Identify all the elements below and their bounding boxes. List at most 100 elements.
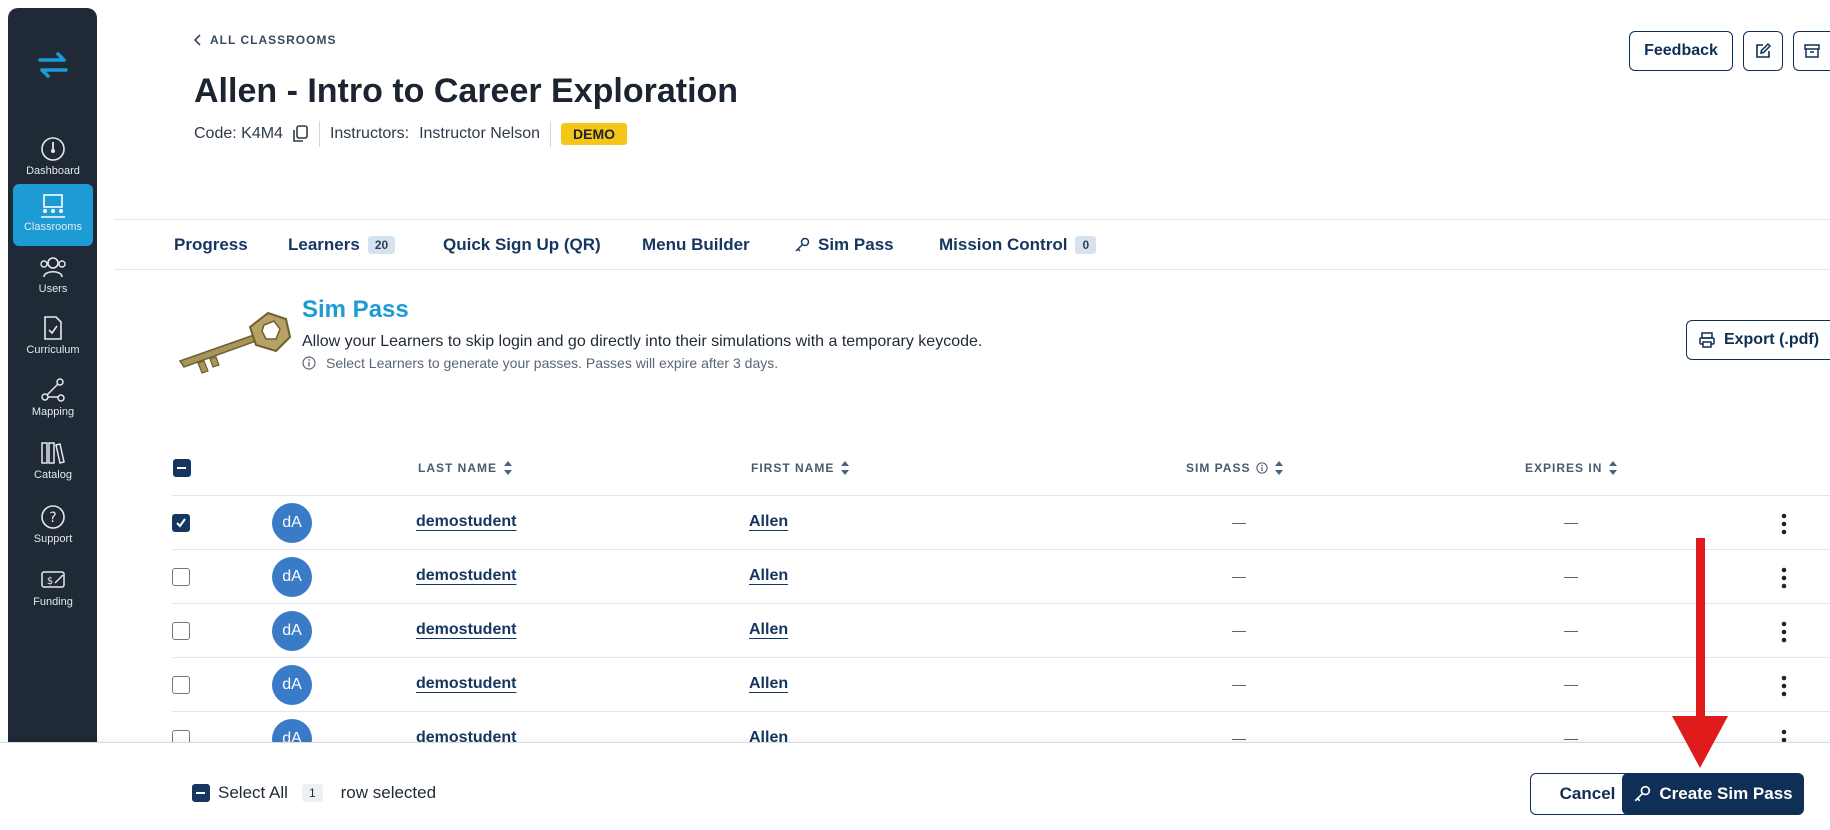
sidebar-item-classrooms[interactable]: Classrooms: [13, 184, 93, 246]
sidebar-item-label: Dashboard: [26, 165, 80, 177]
avatar: dA: [272, 665, 312, 705]
last-name-link[interactable]: demostudent: [416, 513, 516, 531]
row-checkbox[interactable]: [172, 676, 190, 694]
key-illustration-icon: [178, 311, 292, 374]
sidebar-item-support[interactable]: ? Support: [13, 496, 93, 558]
sim-pass-title: Sim Pass: [302, 296, 409, 323]
chevron-left-icon: [194, 34, 201, 46]
table-row[interactable]: dA demostudent Allen — —: [172, 657, 1830, 711]
tab-sim-pass[interactable]: Sim Pass: [794, 220, 894, 270]
sidebar-item-label: Curriculum: [26, 344, 80, 356]
tab-count-badge: 20: [367, 236, 396, 254]
select-all-checkbox[interactable]: [173, 459, 191, 477]
avatar: dA: [272, 557, 312, 597]
tab-bar: Progress Learners 20 Quick Sign Up (QR) …: [114, 219, 1830, 270]
column-header-label: FIRST NAME: [751, 461, 835, 475]
edit-icon: [1756, 42, 1772, 58]
edit-button[interactable]: [1743, 31, 1783, 71]
more-options-icon[interactable]: [1780, 567, 1788, 589]
hint-text: Select Learners to generate your passes.…: [326, 355, 779, 371]
svg-text:?: ?: [49, 510, 56, 526]
breadcrumb-label: ALL CLASSROOMS: [210, 33, 337, 47]
first-name-link[interactable]: Allen: [749, 675, 788, 693]
key-icon: [1635, 785, 1651, 802]
last-name-link[interactable]: demostudent: [416, 621, 516, 639]
column-header-last-name[interactable]: LAST NAME: [418, 460, 513, 476]
avatar: dA: [272, 611, 312, 651]
selection-action-bar: Select All 1 row selected Cancel Create …: [0, 742, 1830, 830]
copy-icon[interactable]: [291, 124, 309, 144]
column-header-sim-pass[interactable]: SIM PASS: [1186, 460, 1284, 476]
sidebar-item-users[interactable]: Users: [13, 246, 93, 308]
more-options-icon[interactable]: [1780, 675, 1788, 697]
divider: [318, 121, 320, 147]
table-row[interactable]: dA demostudent Allen — —: [172, 603, 1830, 657]
expires-in-value: —: [1564, 514, 1578, 530]
expires-in-value: —: [1564, 568, 1578, 584]
sort-icon: [1275, 461, 1284, 475]
first-name-link[interactable]: Allen: [749, 513, 788, 531]
feedback-button[interactable]: Feedback: [1629, 31, 1733, 71]
tab-progress[interactable]: Progress: [174, 220, 248, 270]
archive-icon: [1804, 44, 1820, 58]
printer-icon: [1699, 332, 1715, 348]
selected-count-badge: 1: [301, 784, 323, 802]
sidebar-item-label: Funding: [33, 596, 73, 608]
column-header-label: SIM PASS: [1186, 461, 1251, 475]
sidebar-item-funding[interactable]: $ Funding: [13, 559, 93, 621]
sim-pass-description: Allow your Learners to skip login and go…: [302, 333, 983, 350]
last-name-link[interactable]: demostudent: [416, 567, 516, 585]
tab-learners[interactable]: Learners 20: [288, 220, 396, 270]
catalog-icon: [41, 442, 65, 464]
funding-icon: $: [41, 571, 65, 588]
sort-icon: [1609, 461, 1618, 475]
tab-count-badge: 0: [1075, 236, 1097, 254]
more-options-icon[interactable]: [1780, 621, 1788, 643]
tab-label: Learners: [288, 235, 360, 254]
breadcrumb[interactable]: ALL CLASSROOMS: [194, 33, 336, 47]
instructor-name: Instructor Nelson: [419, 125, 541, 142]
column-header-expires-in[interactable]: EXPIRES IN: [1525, 460, 1618, 476]
demo-badge: DEMO: [561, 123, 628, 145]
first-name-link[interactable]: Allen: [749, 567, 788, 585]
row-checkbox[interactable]: [172, 514, 190, 532]
select-all-footer-checkbox[interactable]: [192, 784, 210, 802]
row-checkbox[interactable]: [172, 568, 190, 586]
tab-label: Quick Sign Up (QR): [443, 235, 601, 254]
curriculum-icon: [44, 316, 62, 340]
sidebar-item-label: Mapping: [31, 406, 75, 418]
create-sim-pass-label: Create Sim Pass: [1659, 784, 1793, 803]
more-options-icon[interactable]: [1780, 513, 1788, 535]
sidebar-item-dashboard[interactable]: Dashboard: [13, 128, 93, 190]
tab-menu-builder[interactable]: Menu Builder: [642, 220, 750, 270]
tab-label: Menu Builder: [642, 235, 750, 254]
classrooms-icon: [41, 194, 65, 218]
archive-button[interactable]: [1793, 31, 1830, 71]
sidebar: Dashboard Classrooms Users Curriculum Ma…: [8, 8, 97, 830]
table-row[interactable]: dA demostudent Allen — —: [172, 549, 1830, 603]
sort-icon: [841, 461, 850, 475]
sim-pass-value: —: [1232, 622, 1246, 638]
create-sim-pass-button[interactable]: Create Sim Pass: [1622, 773, 1804, 815]
sidebar-item-catalog[interactable]: Catalog: [13, 432, 93, 494]
sim-pass-value: —: [1232, 676, 1246, 692]
select-all[interactable]: Select All 1 row selected: [192, 783, 436, 803]
tab-mission-control[interactable]: Mission Control 0: [939, 220, 1097, 270]
sim-pass-value: —: [1232, 568, 1246, 584]
annotation-arrow-icon: [1672, 538, 1728, 768]
first-name-link[interactable]: Allen: [749, 621, 788, 639]
sidebar-item-mapping[interactable]: Mapping: [13, 369, 93, 431]
mapping-icon: [41, 378, 65, 402]
export-pdf-button[interactable]: Export (.pdf): [1686, 320, 1830, 360]
row-checkbox[interactable]: [172, 622, 190, 640]
logo-icon[interactable]: [8, 50, 97, 85]
last-name-link[interactable]: demostudent: [416, 675, 516, 693]
tab-quick-sign-up[interactable]: Quick Sign Up (QR): [443, 220, 601, 270]
dashboard-icon: [41, 137, 65, 161]
sim-pass-hint: Select Learners to generate your passes.…: [302, 355, 778, 371]
sidebar-item-curriculum[interactable]: Curriculum: [13, 307, 93, 369]
column-header-first-name[interactable]: FIRST NAME: [751, 460, 850, 476]
tab-label: Progress: [174, 235, 248, 254]
expires-in-value: —: [1564, 676, 1578, 692]
table-row[interactable]: dA demostudent Allen — —: [172, 495, 1830, 549]
